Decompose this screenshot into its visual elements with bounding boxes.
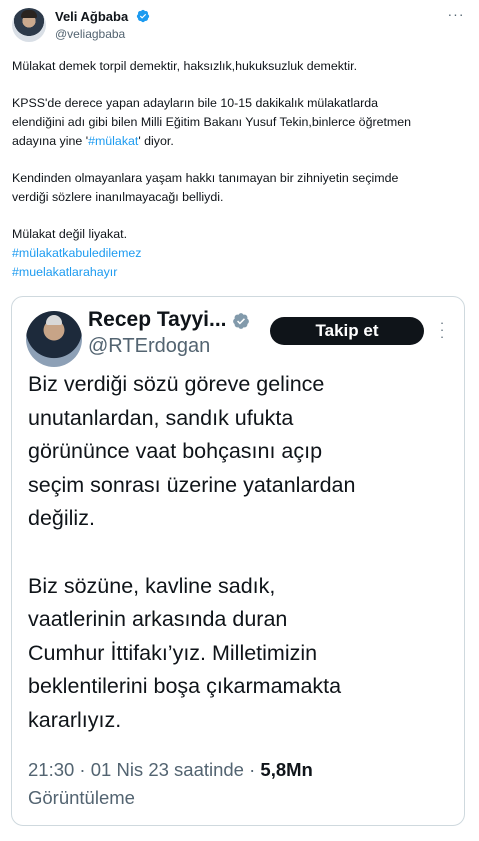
- quoted-author-avatar[interactable]: [26, 311, 82, 367]
- author-name[interactable]: Veli Ağbaba: [55, 9, 128, 24]
- hashtag-link[interactable]: #mülakat: [88, 134, 138, 148]
- verified-badge-icon: [233, 313, 249, 329]
- tweet-paragraph: Mülakat demek torpil demektir, haksızlık…: [12, 59, 358, 73]
- tweet-paragraph: verdiği sözlere inanılmayacağı belliydi.: [12, 189, 224, 204]
- quoted-line: değiliz.: [28, 506, 95, 531]
- quoted-line: seçim sonrası üzerine yatanlardan: [28, 472, 356, 497]
- hashtag-link[interactable]: #mülakatkabuledilemez: [12, 244, 467, 263]
- tweet-paragraph: KPSS'de derece yapan adayların bile 10-1…: [12, 96, 379, 111]
- quoted-line: beklentilerini boşa çıkarmamakta: [28, 674, 342, 699]
- tweet-paragraph: elendiğini adı gibi bilen Milli Eğitim B…: [12, 115, 412, 130]
- quoted-timestamp[interactable]: 21:30 · 01 Nis 23 saatinde ·: [28, 759, 260, 780]
- view-count: 5,8Mn: [260, 759, 313, 780]
- quoted-author-name[interactable]: Recep Tayyi...: [88, 308, 227, 332]
- quoted-line: Biz verdiği sözü göreve gelince: [28, 372, 325, 396]
- quoted-line: unutanlardan, sandık ufukta: [28, 405, 294, 430]
- quoted-tweet-text: Biz verdiği sözü göreve gelince unutanla…: [28, 368, 454, 738]
- quoted-line: Cumhur İttifakı’yız. Milletimizin: [28, 640, 318, 665]
- quoted-author-handle[interactable]: @RTErdogan: [88, 335, 210, 358]
- hashtag-link[interactable]: #muelakatlarahayır: [12, 263, 467, 282]
- tweet-header: Veli Ağbaba @veliagbaba ···: [12, 7, 467, 44]
- tweet-paragraph: adayına yine '#mülakat' diyor.: [12, 133, 174, 148]
- quoted-line: vaatlerinin arkasında duran: [28, 607, 288, 632]
- quoted-line: kararlıyız.: [28, 707, 122, 732]
- quoted-tweet-card[interactable]: Recep Tayyi... @RTErdogan Takip et · · · B…: [11, 296, 465, 826]
- author-avatar[interactable]: [12, 8, 46, 42]
- tweet-paragraph: Kendinden olmayanlara yaşam hakkı tanıma…: [12, 171, 399, 186]
- tweet-text: Mülakat demek torpil demektir, haksızlık…: [12, 57, 467, 281]
- more-options-icon[interactable]: ···: [436, 316, 448, 343]
- verified-badge-icon: [136, 9, 150, 23]
- author-handle[interactable]: @veliagbaba: [55, 27, 125, 41]
- quoted-tweet-meta: 21:30 · 01 Nis 23 saatinde · 5,8Mn Görün…: [28, 756, 454, 812]
- more-options-icon[interactable]: ···: [445, 7, 467, 26]
- view-label: Görüntüleme: [28, 787, 135, 808]
- quoted-line: Biz sözüne, kavline sadık,: [28, 573, 276, 598]
- quoted-line: görününce vaat bohçasını açıp: [28, 439, 323, 464]
- follow-button[interactable]: Takip et: [270, 317, 424, 345]
- tweet-paragraph: Mülakat değil liyakat.: [12, 227, 128, 242]
